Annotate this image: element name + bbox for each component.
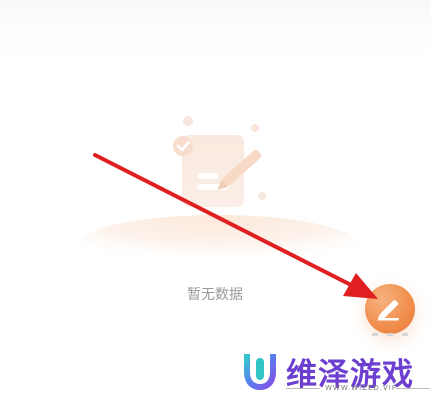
watermark-divider-left <box>286 388 320 389</box>
watermark-divider-right <box>396 388 430 389</box>
empty-state-illustration <box>0 0 431 275</box>
empty-state-message: 暂无数据 <box>187 287 243 303</box>
wized-logo-icon <box>244 354 276 390</box>
fab-shadow-dots <box>372 333 408 336</box>
add-post-button[interactable] <box>365 284 415 334</box>
watermark: 维泽游戏 WWW.WIZED.VIP <box>240 348 431 397</box>
screen: 暂无数据 维泽游戏 WWW.WIZED.VIP <box>0 0 431 397</box>
pencil-icon <box>377 300 399 321</box>
document-icon <box>173 135 262 207</box>
watermark-subtitle: WWW.WIZED.VIP <box>325 384 398 392</box>
